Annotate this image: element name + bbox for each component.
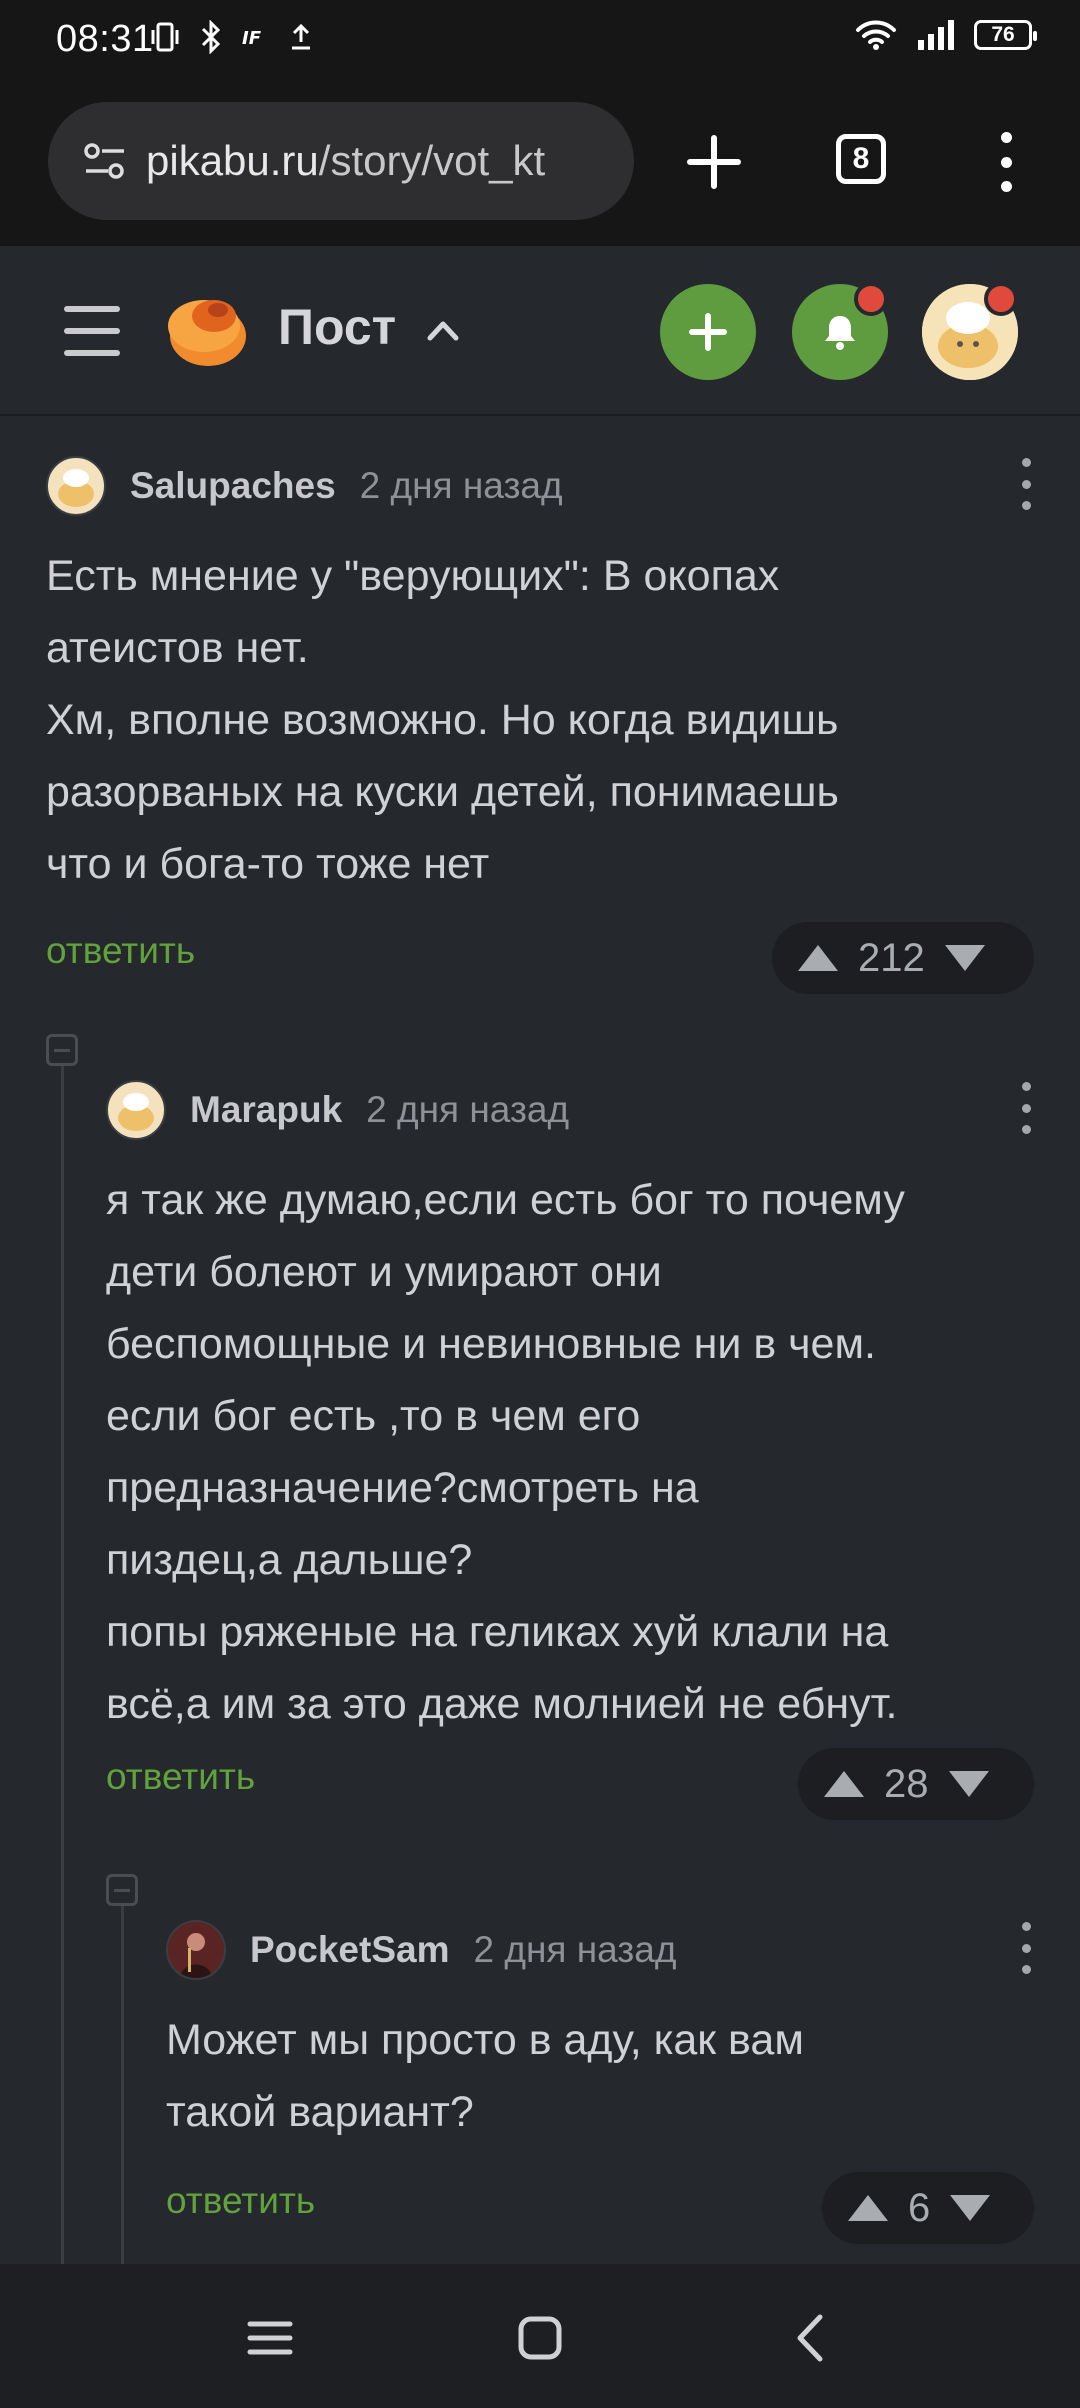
tab-switcher-button[interactable]: 8 — [836, 134, 886, 184]
comment-time[interactable]: 2 дня назад — [360, 465, 563, 507]
thread-line — [121, 1906, 124, 2264]
rating-value: 6 — [908, 2185, 931, 2230]
comment-footer: ответить 212 — [46, 922, 1034, 996]
signal-icon — [918, 20, 954, 50]
avatar-icon — [58, 469, 94, 507]
avatar-icon — [118, 1093, 154, 1131]
reply-link[interactable]: ответить — [106, 1756, 255, 1798]
comment: Marapuk 2 дня назад я так же думаю,если … — [106, 1080, 1034, 1822]
comment-time[interactable]: 2 дня назад — [474, 1929, 677, 1971]
downvote-icon[interactable] — [948, 2193, 992, 2223]
collapse-thread-button[interactable] — [46, 1034, 78, 1066]
address-bar[interactable]: pikabu.ru/story/vot_kt — [48, 102, 634, 220]
comment-author[interactable]: Marapuk — [190, 1089, 342, 1131]
battery-indicator: 76 — [974, 20, 1037, 50]
avatar-icon — [168, 1922, 224, 1978]
reply-link[interactable]: ответить — [46, 930, 195, 972]
comment-text: Может мы просто в аду, как вам такой вар… — [166, 2016, 804, 2136]
add-post-button[interactable] — [660, 284, 756, 380]
comment-author[interactable]: Salupaches — [130, 465, 336, 507]
url-domain: pikabu.ru — [146, 137, 319, 184]
upvote-icon[interactable] — [846, 2193, 890, 2223]
vibrate-icon — [151, 22, 179, 52]
battery-level: 76 — [991, 23, 1015, 46]
rating-value: 28 — [884, 1761, 929, 1806]
svg-text:IF: IF — [242, 28, 262, 49]
upvote-icon[interactable] — [796, 943, 840, 973]
notification-dot — [854, 282, 888, 316]
comment: PocketSam 2 дня назад Может мы просто в … — [166, 1920, 1034, 2246]
plus-icon — [689, 313, 727, 351]
rating-control: 28 — [798, 1748, 1034, 1820]
back-icon — [797, 2314, 823, 2362]
system-navigation-bar — [0, 2264, 1080, 2408]
recent-apps-button[interactable] — [240, 2308, 300, 2368]
comment-header: Salupaches 2 дня назад — [46, 456, 1034, 516]
browser-menu-icon[interactable] — [996, 132, 1016, 192]
comment-footer: ответить 6 — [166, 2172, 1034, 2246]
back-button[interactable] — [780, 2308, 840, 2368]
comment-text: Есть мнение у "верующих": В окопах атеис… — [46, 552, 839, 888]
url-text: pikabu.ru/story/vot_kt — [146, 137, 545, 185]
status-time: 08:31 — [56, 18, 154, 60]
status-icons-left: IF — [150, 20, 314, 54]
comment-time[interactable]: 2 дня назад — [366, 1089, 569, 1131]
comment-footer: ответить 28 — [106, 1748, 1034, 1822]
comment-author[interactable]: PocketSam — [250, 1929, 450, 1971]
more-options-icon[interactable] — [1018, 1922, 1034, 1974]
tab-count: 8 — [852, 142, 870, 175]
upload-icon — [292, 23, 310, 50]
app-notification-icon: IF — [242, 28, 262, 49]
recents-icon — [247, 2321, 293, 2355]
browser-toolbar: pikabu.ru/story/vot_kt 8 — [0, 80, 1080, 246]
thread-line — [61, 1066, 64, 2264]
new-tab-icon[interactable] — [684, 132, 744, 192]
avatar[interactable] — [106, 1080, 166, 1140]
notification-dot — [984, 282, 1018, 316]
home-icon — [518, 2316, 562, 2360]
comment-text: я так же думаю,если есть бог то почему д… — [106, 1176, 905, 1728]
url-path: /story/vot_kt — [318, 137, 546, 184]
rating-control: 6 — [822, 2172, 1034, 2244]
pikabu-logo[interactable] — [164, 286, 250, 372]
comment-header: Marapuk 2 дня назад — [106, 1080, 1034, 1140]
rating-control: 212 — [772, 922, 1034, 994]
chevron-up-icon[interactable] — [424, 314, 462, 344]
page-title[interactable]: Пост — [278, 298, 396, 356]
home-button[interactable] — [510, 2308, 570, 2368]
site-settings-icon[interactable] — [78, 134, 132, 188]
comment: Salupaches 2 дня назад Есть мнение у "ве… — [46, 456, 1034, 996]
downvote-icon[interactable] — [947, 1769, 991, 1799]
bell-icon — [825, 316, 855, 350]
downvote-icon[interactable] — [943, 943, 987, 973]
more-options-icon[interactable] — [1018, 1082, 1034, 1134]
collapse-thread-button[interactable] — [106, 1874, 138, 1906]
upvote-icon[interactable] — [822, 1769, 866, 1799]
bluetooth-icon — [201, 20, 221, 54]
status-icons-right: 76 — [854, 18, 1037, 52]
menu-icon[interactable] — [64, 306, 120, 356]
rating-value: 212 — [858, 935, 925, 980]
wifi-icon — [856, 20, 896, 50]
avatar[interactable] — [46, 456, 106, 516]
app-header: Пост — [0, 246, 1080, 416]
avatar[interactable] — [166, 1920, 226, 1980]
comment-header: PocketSam 2 дня назад — [166, 1920, 1034, 1980]
more-options-icon[interactable] — [1018, 458, 1034, 510]
status-bar: 08:31 IF 76 — [0, 0, 1080, 80]
reply-link[interactable]: ответить — [166, 2180, 315, 2222]
